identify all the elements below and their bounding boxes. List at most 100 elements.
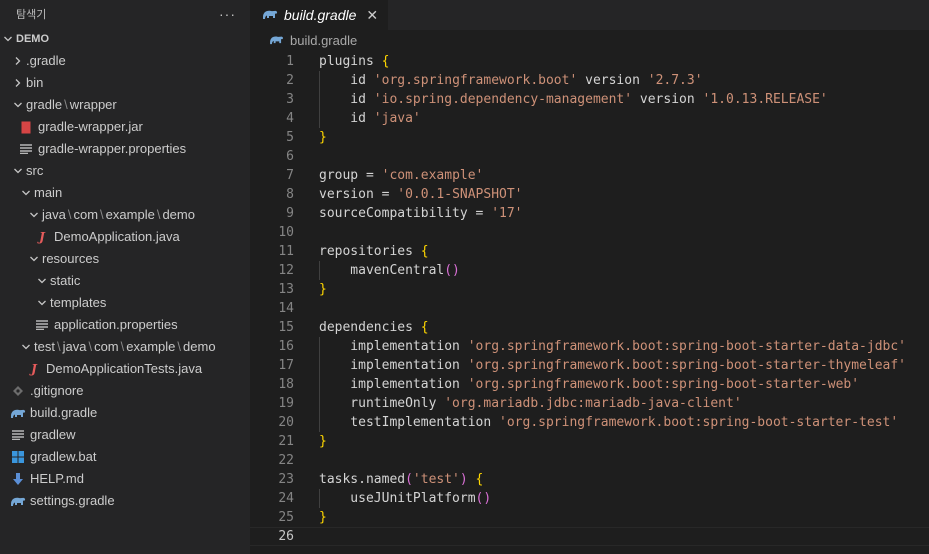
tab-build-gradle[interactable]: build.gradle ✕	[250, 0, 389, 30]
line-text[interactable]: id 'java'	[319, 109, 421, 128]
indent-guide	[319, 413, 320, 432]
code-line[interactable]: 1 plugins {	[250, 52, 929, 71]
code-line[interactable]: 10	[250, 223, 929, 242]
code-line[interactable]: 9 sourceCompatibility = '17'	[250, 204, 929, 223]
tree-folder-test-java-com-example-demo[interactable]: test \ java \ com \ example \ demo	[0, 336, 250, 358]
code-token: implementation	[319, 377, 468, 392]
tree-folder-gradle-wrapper[interactable]: gradle \ wrapper	[0, 94, 250, 116]
code-editor[interactable]: 1 plugins {2 id 'org.springframework.boot…	[250, 52, 929, 546]
code-line[interactable]: 15 dependencies {	[250, 318, 929, 337]
chevron-right-icon[interactable]	[10, 72, 26, 94]
tree-file-gradle-wrapper-jar[interactable]: gradle-wrapper.jar	[0, 116, 250, 138]
line-text[interactable]: dependencies {	[319, 318, 429, 337]
chevron-right-icon[interactable]	[10, 50, 26, 72]
tree-file-gradlew-bat[interactable]: gradlew.bat	[0, 446, 250, 468]
code-token: id	[319, 73, 374, 88]
code-line[interactable]: 25}	[250, 508, 929, 527]
explorer-title: 탐색기	[16, 9, 47, 21]
tree-folder-static[interactable]: static	[0, 270, 250, 292]
line-text[interactable]: id 'io.spring.dependency-management' ver…	[319, 90, 828, 109]
code-token: sourceCompatibility =	[319, 206, 492, 221]
line-text[interactable]: version = '0.0.1-SNAPSHOT'	[319, 185, 523, 204]
line-text[interactable]: plugins {	[319, 52, 389, 71]
explorer-header: 탐색기 ···	[0, 0, 250, 28]
code-line[interactable]: 20 testImplementation 'org.springframewo…	[250, 413, 929, 432]
chevron-down-icon[interactable]	[18, 336, 34, 358]
line-text[interactable]: useJUnitPlatform()	[319, 489, 491, 508]
tree-file-help-md[interactable]: HELP.md	[0, 468, 250, 490]
line-text[interactable]: testImplementation 'org.springframework.…	[319, 413, 898, 432]
tree-folder-templates[interactable]: templates	[0, 292, 250, 314]
code-line[interactable]: 12 mavenCentral()	[250, 261, 929, 280]
path-segment: example	[126, 339, 176, 354]
code-line[interactable]: 26	[250, 527, 929, 546]
code-line[interactable]: 16 implementation 'org.springframework.b…	[250, 337, 929, 356]
chevron-down-icon[interactable]	[26, 204, 42, 226]
chevron-down-icon[interactable]	[10, 160, 26, 182]
tree-folder-java-com-example-demo[interactable]: java \ com \ example \ demo	[0, 204, 250, 226]
code-line[interactable]: 2 id 'org.springframework.boot' version …	[250, 71, 929, 90]
tree-file-application-properties[interactable]: application.properties	[0, 314, 250, 336]
tree-file-settings-gradle[interactable]: settings.gradle	[0, 490, 250, 512]
code-line[interactable]: 22	[250, 451, 929, 470]
code-line[interactable]: 24 useJUnitPlatform()	[250, 489, 929, 508]
editor-area: build.gradle ✕ build.gradle 1 plugins {2 …	[250, 0, 929, 554]
tab-close-icon[interactable]: ✕	[366, 7, 378, 24]
more-actions-icon[interactable]: ···	[219, 6, 236, 22]
code-line[interactable]: 23 tasks.named('test') {	[250, 470, 929, 489]
code-line[interactable]: 5}	[250, 128, 929, 147]
code-line[interactable]: 11 repositories {	[250, 242, 929, 261]
line-text[interactable]: tasks.named('test') {	[319, 470, 483, 489]
code-line[interactable]: 6	[250, 147, 929, 166]
line-text[interactable]: id 'org.springframework.boot' version '2…	[319, 71, 703, 90]
line-text[interactable]: implementation 'org.springframework.boot…	[319, 375, 859, 394]
tree-file-gitignore[interactable]: .gitignore	[0, 380, 250, 402]
code-line[interactable]: 21}	[250, 432, 929, 451]
tree-root-demo[interactable]: DEMO	[0, 28, 250, 50]
code-token: mavenCentral	[319, 263, 445, 278]
chevron-down-icon[interactable]	[26, 248, 42, 270]
tree-item-label: settings.gradle	[30, 493, 115, 508]
code-line[interactable]: 3 id 'io.spring.dependency-management' v…	[250, 90, 929, 109]
line-number: 23	[278, 472, 294, 487]
line-text[interactable]: implementation 'org.springframework.boot…	[319, 356, 906, 375]
tree-file-gradle-wrapper-properties[interactable]: gradle-wrapper.properties	[0, 138, 250, 160]
tree-folder-main[interactable]: main	[0, 182, 250, 204]
code-line[interactable]: 13}	[250, 280, 929, 299]
tree-folder-dot-gradle[interactable]: .gradle	[0, 50, 250, 72]
chevron-down-icon[interactable]	[18, 182, 34, 204]
line-text[interactable]: sourceCompatibility = '17'	[319, 204, 523, 223]
line-text[interactable]: mavenCentral()	[319, 261, 460, 280]
string-token: '1.0.13.RELEASE'	[702, 92, 828, 107]
code-line[interactable]: 19 runtimeOnly 'org.mariadb.jdbc:mariadb…	[250, 394, 929, 413]
line-text[interactable]: }	[319, 432, 327, 451]
code-line[interactable]: 8 version = '0.0.1-SNAPSHOT'	[250, 185, 929, 204]
line-text[interactable]: repositories {	[319, 242, 429, 261]
tree-item-label: gradlew	[30, 427, 76, 442]
tree-item-label: DemoApplicationTests.java	[46, 361, 203, 376]
breadcrumb-file[interactable]: build.gradle	[290, 30, 357, 52]
tree-file-demo-application-tests-java[interactable]: J DemoApplicationTests.java	[0, 358, 250, 380]
chevron-down-icon[interactable]	[0, 28, 16, 50]
tree-folder-resources[interactable]: resources	[0, 248, 250, 270]
path-segment: demo	[162, 207, 195, 222]
code-line[interactable]: 14	[250, 299, 929, 318]
chevron-down-icon[interactable]	[34, 270, 50, 292]
chevron-down-icon[interactable]	[10, 94, 26, 116]
code-line[interactable]: 4 id 'java'	[250, 109, 929, 128]
tree-file-demo-application-java[interactable]: J DemoApplication.java	[0, 226, 250, 248]
line-text[interactable]: }	[319, 508, 327, 527]
tree-folder-bin[interactable]: bin	[0, 72, 250, 94]
line-text[interactable]: }	[319, 128, 327, 147]
line-text[interactable]: implementation 'org.springframework.boot…	[319, 337, 906, 356]
line-text[interactable]: }	[319, 280, 327, 299]
tree-folder-src[interactable]: src	[0, 160, 250, 182]
code-line[interactable]: 18 implementation 'org.springframework.b…	[250, 375, 929, 394]
code-line[interactable]: 17 implementation 'org.springframework.b…	[250, 356, 929, 375]
code-line[interactable]: 7 group = 'com.example'	[250, 166, 929, 185]
tree-file-gradlew[interactable]: gradlew	[0, 424, 250, 446]
line-text[interactable]: group = 'com.example'	[319, 166, 483, 185]
tree-file-build-gradle[interactable]: build.gradle	[0, 402, 250, 424]
chevron-down-icon[interactable]	[34, 292, 50, 314]
line-text[interactable]: runtimeOnly 'org.mariadb.jdbc:mariadb-ja…	[319, 394, 742, 413]
